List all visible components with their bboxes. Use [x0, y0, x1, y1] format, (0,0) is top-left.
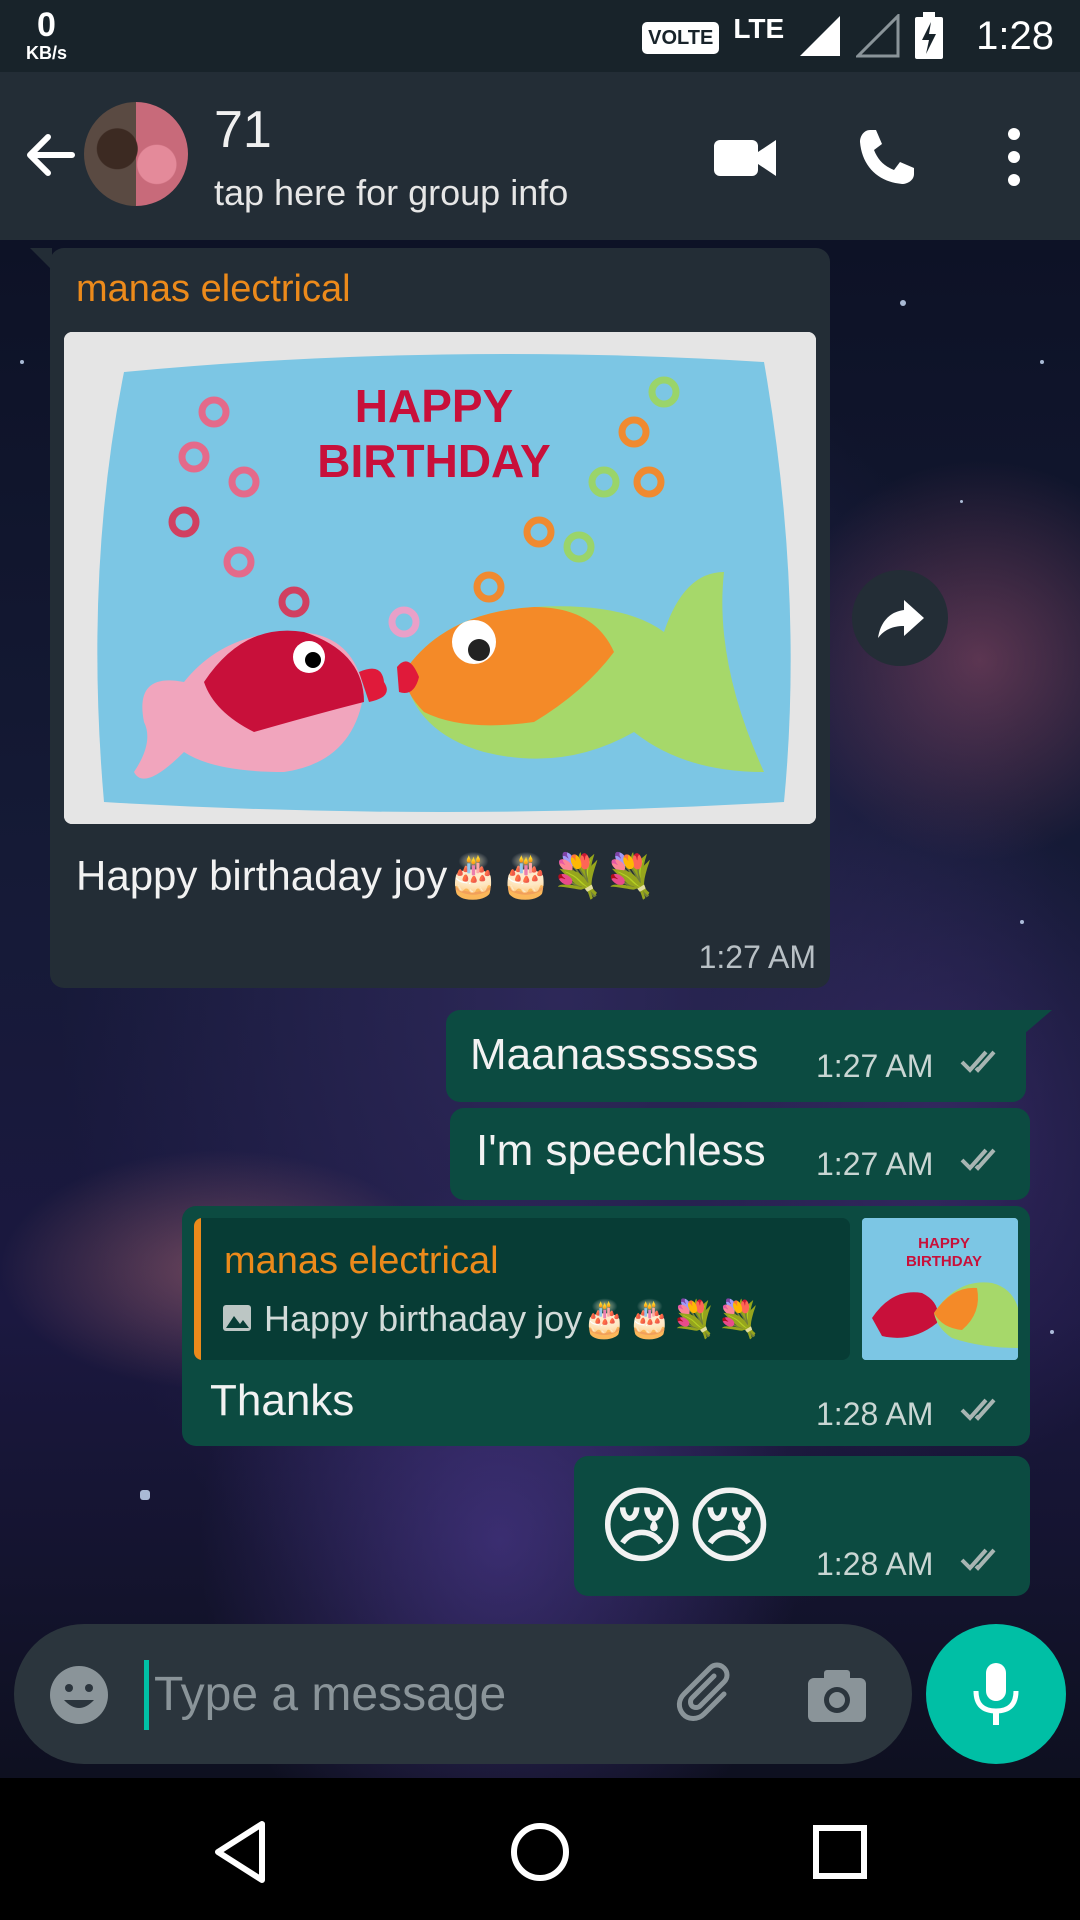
status-icons: VOLTE LTE 1:28: [642, 0, 1054, 72]
text-cursor: [144, 1660, 149, 1730]
group-info-hint[interactable]: tap here for group info: [214, 172, 568, 214]
chat-area[interactable]: manas electrical HAPPY BIRTHDAY Happy bi…: [0, 240, 1080, 1778]
group-name[interactable]: 71: [214, 100, 272, 160]
data-rate: 0: [37, 6, 56, 44]
thumb-text-birthday: BIRTHDAY: [906, 1253, 982, 1270]
message-composer: [14, 1624, 912, 1764]
forward-button[interactable]: [852, 570, 948, 666]
cake-image[interactable]: HAPPY BIRTHDAY: [64, 332, 816, 824]
quote-bar: [194, 1218, 201, 1360]
data-unit: KB/s: [26, 43, 68, 63]
status-bar: 0 KB/s VOLTE LTE 1:28: [0, 0, 1080, 72]
sender-name: manas electrical: [76, 268, 351, 310]
message-input[interactable]: [154, 1652, 534, 1736]
message-text: Thanks: [210, 1376, 355, 1425]
clock: 1:28: [976, 13, 1054, 58]
quoted-thumbnail: HAPPY BIRTHDAY: [862, 1218, 1018, 1360]
signal-icon: [800, 16, 841, 56]
back-arrow-icon[interactable]: [20, 124, 82, 186]
read-ticks-icon: [960, 1548, 996, 1571]
voice-record-button[interactable]: [926, 1624, 1066, 1764]
incoming-message[interactable]: manas electrical HAPPY BIRTHDAY Happy bi…: [30, 248, 830, 988]
outgoing-message[interactable]: I'm speechless 1:27 AM: [450, 1108, 1030, 1200]
read-ticks-icon: [960, 1050, 996, 1073]
thumb-text-happy: HAPPY: [918, 1235, 970, 1252]
more-vertical-icon[interactable]: [984, 122, 1054, 192]
quoted-message[interactable]: manas electrical Happy birthaday joy🎂🎂💐💐: [194, 1218, 850, 1360]
message-time: 1:27 AM: [698, 939, 816, 975]
camera-icon[interactable]: [804, 1662, 870, 1728]
cake-illustration: HAPPY BIRTHDAY: [64, 332, 816, 824]
read-ticks-icon: [960, 1398, 996, 1421]
message-text: I'm speechless: [476, 1126, 766, 1175]
quoted-sender: manas electrical: [224, 1240, 499, 1282]
battery-charging-icon: [915, 12, 944, 59]
system-navigation-bar: [0, 1778, 1080, 1920]
bubble-tail: [1024, 1010, 1052, 1034]
lte-label: LTE: [733, 13, 785, 44]
image-icon: [223, 1305, 251, 1331]
message-text: Maanasssssss: [470, 1030, 759, 1079]
nav-back-icon[interactable]: [200, 1810, 284, 1894]
group-avatar[interactable]: [84, 102, 188, 206]
cake-text-happy: HAPPY: [355, 380, 513, 432]
network-speed: 0 KB/s: [26, 8, 67, 62]
microphone-icon: [973, 1663, 1019, 1725]
nav-home-icon[interactable]: [498, 1810, 582, 1894]
quoted-text: Happy birthaday joy🎂🎂💐💐: [264, 1298, 762, 1339]
chat-header: 71 tap here for group info: [0, 72, 1080, 240]
read-ticks-icon: [960, 1148, 996, 1171]
forward-icon: [878, 600, 924, 638]
phone-icon[interactable]: [852, 122, 922, 192]
message-time: 1:27 AM: [816, 1048, 934, 1084]
outgoing-reply-message[interactable]: manas electrical Happy birthaday joy🎂🎂💐💐…: [182, 1206, 1030, 1446]
outgoing-emoji-message[interactable]: 😢😢 1:28 AM: [574, 1456, 1030, 1596]
volte-badge: VOLTE: [642, 22, 720, 54]
attachment-icon[interactable]: [674, 1660, 744, 1730]
signal-empty-icon: [856, 14, 900, 58]
message-time: 1:28 AM: [816, 1396, 934, 1432]
nav-recents-icon[interactable]: [798, 1810, 882, 1894]
message-caption: Happy birthaday joy🎂🎂💐💐: [76, 852, 657, 899]
cake-text-birthday: BIRTHDAY: [317, 435, 550, 487]
emoji-text: 😢😢: [598, 1479, 774, 1573]
emoji-icon[interactable]: [48, 1664, 110, 1726]
message-time: 1:27 AM: [816, 1146, 934, 1182]
outgoing-message[interactable]: Maanasssssss 1:27 AM: [446, 1010, 1026, 1102]
message-time: 1:28 AM: [816, 1546, 934, 1582]
video-call-icon[interactable]: [710, 122, 780, 192]
